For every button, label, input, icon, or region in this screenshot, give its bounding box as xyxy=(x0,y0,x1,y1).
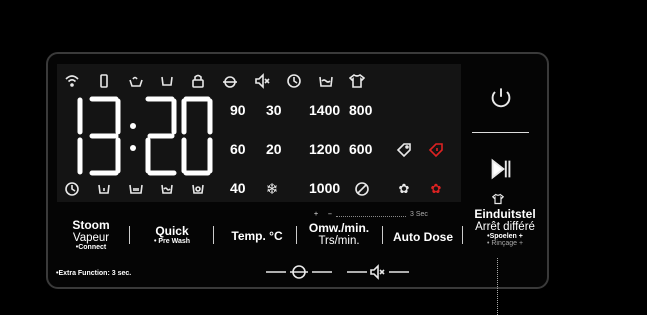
spin-1400: 1400 xyxy=(309,102,341,118)
soak-icon xyxy=(316,72,336,90)
temp-40: 40 xyxy=(230,180,246,196)
spin-600: 600 xyxy=(349,141,373,157)
mute-indicator xyxy=(347,263,409,281)
spin-plus-label: + xyxy=(314,211,319,218)
door-lock-icon xyxy=(188,72,208,90)
stoom-button[interactable]: Stoom Vapeur •Connect xyxy=(60,219,122,263)
rinse-plus-nl: •Spoelen + xyxy=(487,232,523,240)
power-button[interactable] xyxy=(487,84,515,112)
stoom-note: •Connect xyxy=(75,243,107,251)
quick-title: Quick xyxy=(155,224,189,238)
rinse-icon xyxy=(157,180,177,198)
divider xyxy=(462,226,463,244)
hand-wash-icon xyxy=(126,72,146,90)
spin-sub: Trs/min. xyxy=(318,234,360,247)
divider xyxy=(296,226,297,244)
rinse-plus-fr: • Rinçage + xyxy=(486,240,524,247)
spin-title: Omw./min. xyxy=(308,221,370,235)
delay-end-sub: Arrêt différé xyxy=(475,220,535,233)
combo-time-label: 3 Sec xyxy=(410,211,428,218)
divider xyxy=(382,226,383,244)
auto-dose-label: Auto Dose xyxy=(393,230,453,244)
cold-icon: ❄ xyxy=(265,181,279,198)
eco-lock-indicator xyxy=(266,263,332,281)
shirt-icon xyxy=(347,72,367,90)
drum-icon xyxy=(157,72,177,90)
combo-dotted-line xyxy=(336,216,406,217)
drum-1-icon xyxy=(94,180,114,198)
extra-function-note: •Extra Function: 3 sec. xyxy=(56,270,132,277)
start-pause-button[interactable] xyxy=(487,155,515,183)
time-display xyxy=(77,96,213,176)
stoom-title: Stoom xyxy=(72,218,110,232)
no-spin-icon xyxy=(352,180,372,198)
quick-note: • Pre Wash xyxy=(153,237,191,245)
temp-label: Temp. °C xyxy=(231,229,283,243)
timer-icon xyxy=(284,72,304,90)
spin-drum-icon xyxy=(188,180,208,198)
temp-30: 30 xyxy=(266,102,282,118)
temp-20: 20 xyxy=(266,141,282,157)
leader-line xyxy=(497,258,498,315)
quick-button[interactable]: Quick • Pre Wash xyxy=(140,225,204,269)
power-divider xyxy=(472,132,529,133)
temp-90: 90 xyxy=(230,102,246,118)
delay-end-title: Einduitstel xyxy=(474,207,536,221)
detergent-alert-icon: ✿ xyxy=(430,181,442,196)
spin-button[interactable]: Omw./min. Trs/min. xyxy=(302,222,376,266)
delay-end-button[interactable]: Einduitstel Arrêt différé •Spoelen + • R… xyxy=(465,208,545,252)
mute-icon xyxy=(252,72,272,90)
tag-icon xyxy=(394,141,414,159)
detergent-icon: ✿ xyxy=(398,181,410,196)
spin-minus-label: – xyxy=(328,211,332,218)
spin-1200: 1200 xyxy=(309,141,341,157)
eco-icon xyxy=(220,72,240,90)
wifi-icon xyxy=(62,72,82,90)
stoom-sub: Vapeur xyxy=(72,231,110,244)
tag-alert-icon xyxy=(426,141,446,159)
spin-800: 800 xyxy=(349,102,373,118)
divider xyxy=(129,226,130,244)
clock-icon xyxy=(62,180,82,198)
phone-icon xyxy=(94,72,114,90)
shirt-small-icon xyxy=(490,192,506,206)
drum-3-icon xyxy=(126,180,146,198)
spin-1000: 1000 xyxy=(309,180,341,196)
divider xyxy=(213,226,214,244)
temp-60: 60 xyxy=(230,141,246,157)
